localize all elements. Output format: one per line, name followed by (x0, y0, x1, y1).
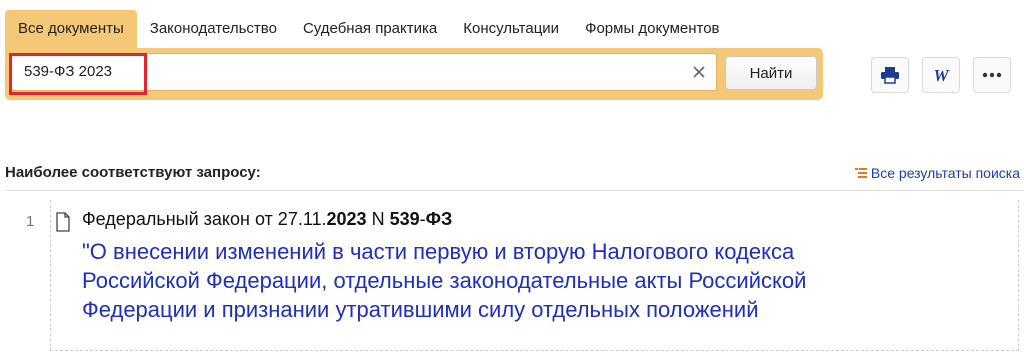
word-export-button[interactable]: W (922, 57, 960, 93)
result-title-year: 2023 (326, 209, 367, 229)
svg-text:W: W (933, 66, 950, 84)
list-icon (854, 168, 867, 178)
result-title-fz: ФЗ (425, 209, 453, 229)
tab-consultations[interactable]: Консультации (450, 10, 572, 48)
result-title-prefix: Федеральный закон от 27.11. (82, 209, 327, 229)
print-button[interactable] (871, 57, 909, 93)
tab-legislation[interactable]: Законодательство (137, 10, 290, 48)
all-results-link[interactable]: Все результаты поиска (854, 165, 1020, 181)
all-results-label[interactable]: Все результаты поиска (871, 165, 1020, 181)
search-input-value[interactable]: 539-ФЗ 2023 (24, 54, 112, 90)
results-header: Наиболее соответствуют запросу: (5, 164, 261, 181)
divider (5, 190, 1024, 191)
tab-all-documents[interactable]: Все документы (5, 10, 137, 48)
search-input[interactable]: 539-ФЗ 2023 (9, 53, 717, 91)
result-title: Федеральный закон от 27.11.2023 N 539-ФЗ (82, 209, 452, 230)
more-button[interactable] (973, 57, 1011, 93)
printer-icon (881, 67, 899, 84)
result-link[interactable]: "О внесении изменений в части первую и в… (82, 237, 902, 324)
document-icon (56, 212, 70, 232)
tab-document-forms[interactable]: Формы документов (572, 10, 732, 48)
find-button[interactable]: Найти (725, 56, 817, 90)
word-icon: W (933, 66, 950, 84)
tab-bar: Все документы Законодательство Судебная … (5, 10, 733, 48)
tab-court-practice[interactable]: Судебная практика (290, 10, 450, 48)
result-title-mid: N (366, 209, 390, 229)
close-icon[interactable] (690, 63, 708, 81)
more-dots-icon (982, 72, 1002, 78)
search-panel: 539-ФЗ 2023 Найти (5, 48, 823, 100)
result-title-number: 539 (389, 209, 420, 229)
result-number: 1 (26, 213, 35, 230)
